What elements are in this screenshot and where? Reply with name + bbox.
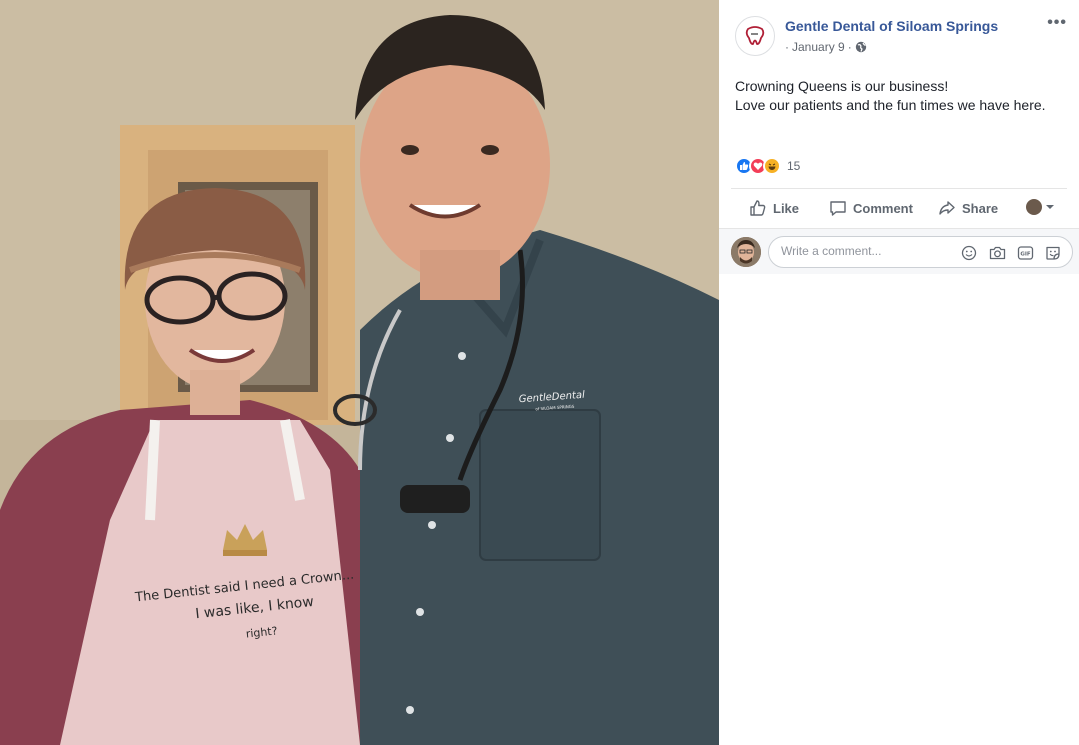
comment-tools: GIF [960,244,1062,262]
globe-icon[interactable] [855,41,867,53]
comment-input-box[interactable]: GIF [768,236,1073,268]
comment-composer: GIF [719,228,1079,274]
like-label: Like [773,200,800,216]
post-as-selector[interactable] [1026,199,1055,215]
emoji-icon[interactable] [960,244,978,262]
reactions-summary[interactable]: 15 [735,156,800,176]
meta-separator-2: · [847,40,852,54]
svg-text:GIF: GIF [1020,252,1031,258]
comment-button[interactable]: Comment [829,199,913,217]
haha-reaction-icon [763,157,781,175]
comment-label: Comment [853,200,913,216]
comment-input[interactable] [781,244,951,258]
viewer-avatar [1026,199,1042,215]
thumbs-up-icon [750,200,766,216]
post-text: Crowning Queens is our business! Love ou… [735,77,1065,115]
camera-icon[interactable] [988,244,1006,262]
post-text-line-2: Love our patients and the fun times we h… [735,97,1046,113]
post-actions-bar: Like Comment Share [731,188,1067,226]
page-name-link[interactable]: Gentle Dental of Siloam Springs [785,18,998,34]
sticker-icon[interactable] [1044,244,1062,262]
gif-icon[interactable]: GIF [1016,244,1034,262]
page-avatar[interactable] [735,16,775,56]
current-user-avatar[interactable] [731,237,761,267]
post-text-line-1: Crowning Queens is our business! [735,78,949,94]
more-options-icon[interactable]: ••• [1047,14,1067,32]
post-date[interactable]: January 9 [792,40,845,54]
share-label: Share [962,200,999,216]
tooth-logo-icon [745,26,765,45]
post-side-panel: Gentle Dental of Siloam Springs · Januar… [719,0,1079,745]
photo-illustration: The Dentist said I need a Crown... I was… [0,0,719,745]
post-header: Gentle Dental of Siloam Springs · Januar… [735,14,1075,58]
reaction-count[interactable]: 15 [787,159,800,173]
chevron-down-icon [1046,205,1054,209]
post-photo[interactable]: The Dentist said I need a Crown... I was… [0,0,719,745]
share-icon [939,201,955,215]
share-button[interactable]: Share [938,199,998,217]
like-button[interactable]: Like [749,199,799,217]
post-meta: · January 9 · [785,40,867,54]
comment-icon [830,201,846,216]
meta-separator: · [785,40,789,54]
